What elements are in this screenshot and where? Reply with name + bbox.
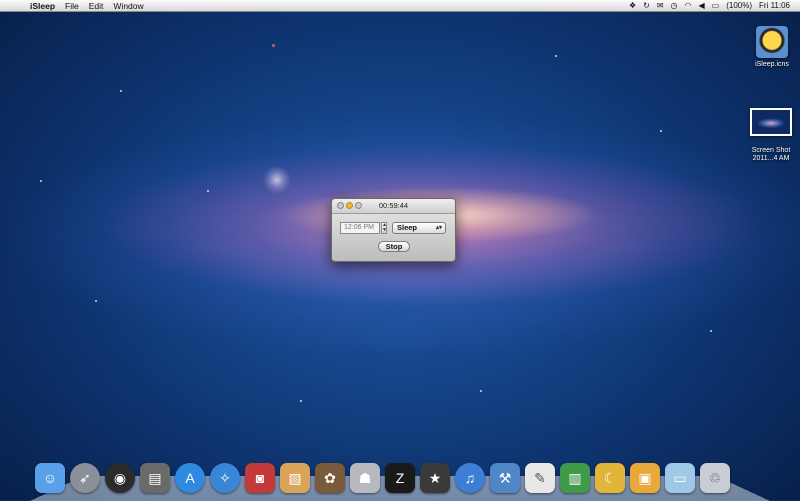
star [207,190,209,192]
battery-percent: (100%) [726,1,753,10]
app-store-icon[interactable]: A [175,463,205,493]
time-input[interactable]: 12:06 PM [340,222,380,234]
stepper-down-icon[interactable]: ▼ [382,227,387,233]
xcode-icon[interactable]: ⚒ [490,463,520,493]
numbers-icon[interactable]: ▥ [560,463,590,493]
app-icon-blue[interactable]: Z [385,463,415,493]
menubar-clock[interactable]: Fri 11:06 [759,1,790,10]
wifi-icon[interactable]: ◠ [685,1,692,10]
dock: ☺ ➶ ◉ ▤ A ✧ ◙ ▧ ✿ ☗ Z ★ ♫ ⚒ ✎ ▥ ☾ ▣ ▭ ♲ [35,455,775,493]
window-title-countdown: 00:59:44 [378,201,409,210]
menu-bar: iSleep File Edit Window ❖ ↻ ✉ ◷ ◠ ◀ ▭ (1… [0,0,800,12]
textedit-icon[interactable]: ✎ [525,463,555,493]
dashboard-icon[interactable]: ◉ [105,463,135,493]
star [710,330,712,332]
menu-edit[interactable]: Edit [89,1,104,11]
time-machine-icon[interactable]: ◷ [671,1,678,10]
window-titlebar[interactable]: 00:59:44 [332,199,455,214]
isleep-icon[interactable]: ☾ [595,463,625,493]
menu-file[interactable]: File [65,1,79,11]
status-area: ❖ ↻ ✉ ◷ ◠ ◀ ▭ (100%) Fri 11:06 [622,1,790,10]
mission-control-icon[interactable]: ▤ [140,463,170,493]
screenshot-thumbnail-icon [750,108,792,136]
photo-booth-icon[interactable]: ◙ [245,463,275,493]
launchpad-icon[interactable]: ➶ [70,463,100,493]
preview-icon[interactable]: ▧ [280,463,310,493]
battery-icon[interactable]: ▭ [712,1,720,10]
applications-folder-icon[interactable]: ▣ [630,463,660,493]
finder-icon[interactable]: ☺ [35,463,65,493]
itunes-icon[interactable]: ♫ [455,463,485,493]
downloads-folder-icon[interactable]: ▭ [665,463,695,493]
stop-button[interactable]: Stop [378,241,410,252]
isleep-window: 00:59:44 12:06 PM ▲ ▼ Sleep ▴▾ Stop [331,198,456,262]
isleep-icns-icon [756,26,788,58]
iphoto-icon[interactable]: ✿ [315,463,345,493]
safari-icon[interactable]: ✧ [210,463,240,493]
desktop-icon-label: Screen Shot 2011...4 AM [751,147,791,162]
automator-icon[interactable]: ☗ [350,463,380,493]
mail-icon[interactable]: ✉ [657,1,664,10]
imovie-icon[interactable]: ★ [420,463,450,493]
menu-app-name[interactable]: iSleep [30,1,55,11]
star [555,55,557,57]
dropbox-icon[interactable]: ❖ [629,1,636,10]
trash-icon[interactable]: ♲ [700,463,730,493]
action-select[interactable]: Sleep ▴▾ [392,222,446,234]
star [272,44,275,47]
updown-chevron-icon: ▴▾ [435,225,442,231]
star [480,390,482,392]
star [95,300,97,302]
sync-icon[interactable]: ↻ [643,1,650,10]
desktop-icon-isleep-icns[interactable]: iSleep.icns [742,26,800,69]
volume-icon[interactable]: ◀ [699,1,705,10]
star [40,180,42,182]
star [660,130,662,132]
star [300,400,302,402]
desktop-icon-label: iSleep.icns [755,61,789,68]
menu-window[interactable]: Window [113,1,143,11]
desktop-icon-screenshot[interactable]: Screen Shot 2011...4 AM [741,100,800,171]
action-select-value: Sleep [397,223,418,232]
time-stepper[interactable]: ▲ ▼ [381,222,387,234]
star [120,90,122,92]
